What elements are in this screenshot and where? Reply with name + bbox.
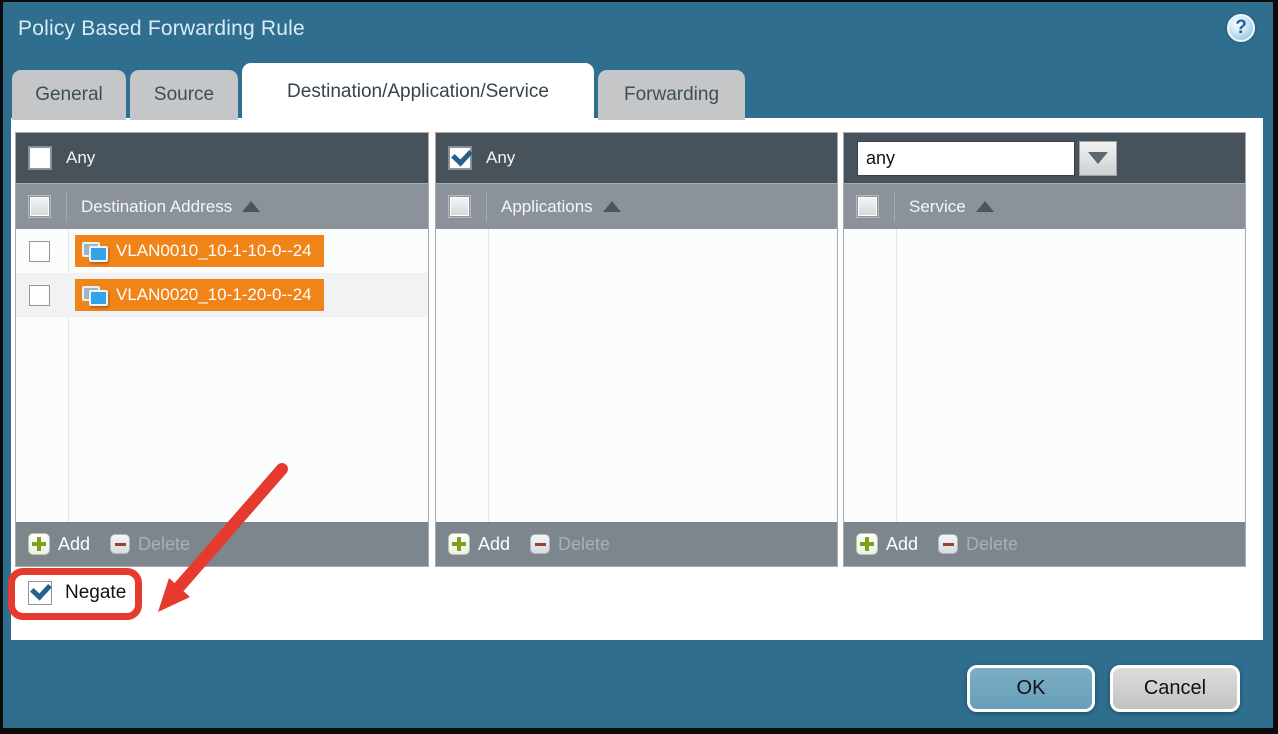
destination-list: VLAN0010_10-1-10-0--24 VLAN0020_10-1-20-0… xyxy=(16,229,428,522)
destination-any-checkbox[interactable] xyxy=(29,147,51,169)
destination-column-header[interactable]: Destination Address xyxy=(16,183,428,229)
applications-column-label: Applications xyxy=(501,197,593,217)
tab-general[interactable]: General xyxy=(12,70,126,120)
destination-add-button[interactable]: Add xyxy=(28,533,90,555)
dialog-title: Policy Based Forwarding Rule xyxy=(18,17,305,41)
add-plus-icon xyxy=(28,533,50,555)
tab-forwarding[interactable]: Forwarding xyxy=(598,70,745,120)
applications-footer: Add Delete xyxy=(436,522,837,566)
column-divider xyxy=(894,192,895,222)
delete-minus-icon xyxy=(530,534,550,554)
applications-panel: Any Applications Add Delete xyxy=(435,132,838,567)
address-row[interactable]: VLAN0020_10-1-20-0--24 xyxy=(16,273,428,317)
dialog-background: Policy Based Forwarding Rule ? General S… xyxy=(3,2,1273,728)
network-address-icon xyxy=(81,284,107,306)
help-icon[interactable]: ? xyxy=(1227,14,1255,42)
column-divider xyxy=(66,192,67,222)
destination-selectall-checkbox[interactable] xyxy=(29,196,50,217)
service-selectall-checkbox[interactable] xyxy=(857,196,878,217)
address-label: VLAN0010_10-1-10-0--24 xyxy=(116,241,312,261)
delete-minus-icon xyxy=(110,534,130,554)
tab-source[interactable]: Source xyxy=(130,70,238,120)
column-divider xyxy=(486,192,487,222)
service-dropdown-row xyxy=(844,133,1245,183)
policy-forwarding-dialog: Policy Based Forwarding Rule ? General S… xyxy=(0,0,1278,734)
service-dropdown-button[interactable] xyxy=(1079,141,1117,176)
service-column-label: Service xyxy=(909,197,966,217)
add-label: Add xyxy=(58,534,90,555)
applications-list xyxy=(436,229,837,522)
network-address-icon xyxy=(81,240,107,262)
service-add-button[interactable]: Add xyxy=(856,533,918,555)
add-label: Add xyxy=(478,534,510,555)
add-plus-icon xyxy=(856,533,878,555)
tab-destination-application-service[interactable]: Destination/Application/Service xyxy=(242,63,594,120)
destination-panel: Any Destination Address VLAN0010_10-1-10… xyxy=(15,132,429,567)
delete-label: Delete xyxy=(966,534,1018,555)
service-combobox xyxy=(857,141,1117,176)
row-checkbox[interactable] xyxy=(29,285,50,306)
address-chip[interactable]: VLAN0010_10-1-10-0--24 xyxy=(75,235,324,267)
cancel-button[interactable]: Cancel xyxy=(1110,665,1240,712)
address-row[interactable]: VLAN0010_10-1-10-0--24 xyxy=(16,229,428,273)
applications-any-checkbox[interactable] xyxy=(449,147,471,169)
negate-label: Negate xyxy=(65,582,126,604)
destination-any-label: Any xyxy=(66,148,95,168)
destination-delete-button[interactable]: Delete xyxy=(110,534,190,555)
applications-any-row: Any xyxy=(436,133,837,183)
applications-any-label: Any xyxy=(486,148,515,168)
delete-minus-icon xyxy=(938,534,958,554)
address-label: VLAN0020_10-1-20-0--24 xyxy=(116,285,312,305)
row-checkbox[interactable] xyxy=(29,241,50,262)
ok-button[interactable]: OK xyxy=(967,665,1095,712)
chevron-down-icon xyxy=(1088,152,1108,164)
destination-footer: Add Delete xyxy=(16,522,428,566)
destination-column-label: Destination Address xyxy=(81,197,232,217)
applications-selectall-checkbox[interactable] xyxy=(449,196,470,217)
add-plus-icon xyxy=(448,533,470,555)
tab-content: Any Destination Address VLAN0010_10-1-10… xyxy=(11,118,1263,640)
address-chip[interactable]: VLAN0020_10-1-20-0--24 xyxy=(75,279,324,311)
destination-any-row: Any xyxy=(16,133,428,183)
negate-row: Negate xyxy=(28,581,126,605)
service-panel: Service Add Delete xyxy=(843,132,1246,567)
service-footer: Add Delete xyxy=(844,522,1245,566)
tab-bar: General Source Destination/Application/S… xyxy=(12,63,745,120)
service-dropdown-input[interactable] xyxy=(857,141,1075,176)
sort-asc-icon xyxy=(603,201,621,212)
delete-label: Delete xyxy=(558,534,610,555)
sort-asc-icon xyxy=(242,201,260,212)
applications-delete-button[interactable]: Delete xyxy=(530,534,610,555)
negate-checkbox[interactable] xyxy=(28,581,52,605)
service-column-header[interactable]: Service xyxy=(844,183,1245,229)
applications-column-header[interactable]: Applications xyxy=(436,183,837,229)
sort-asc-icon xyxy=(976,201,994,212)
service-list xyxy=(844,229,1245,522)
delete-label: Delete xyxy=(138,534,190,555)
applications-add-button[interactable]: Add xyxy=(448,533,510,555)
service-delete-button[interactable]: Delete xyxy=(938,534,1018,555)
add-label: Add xyxy=(886,534,918,555)
